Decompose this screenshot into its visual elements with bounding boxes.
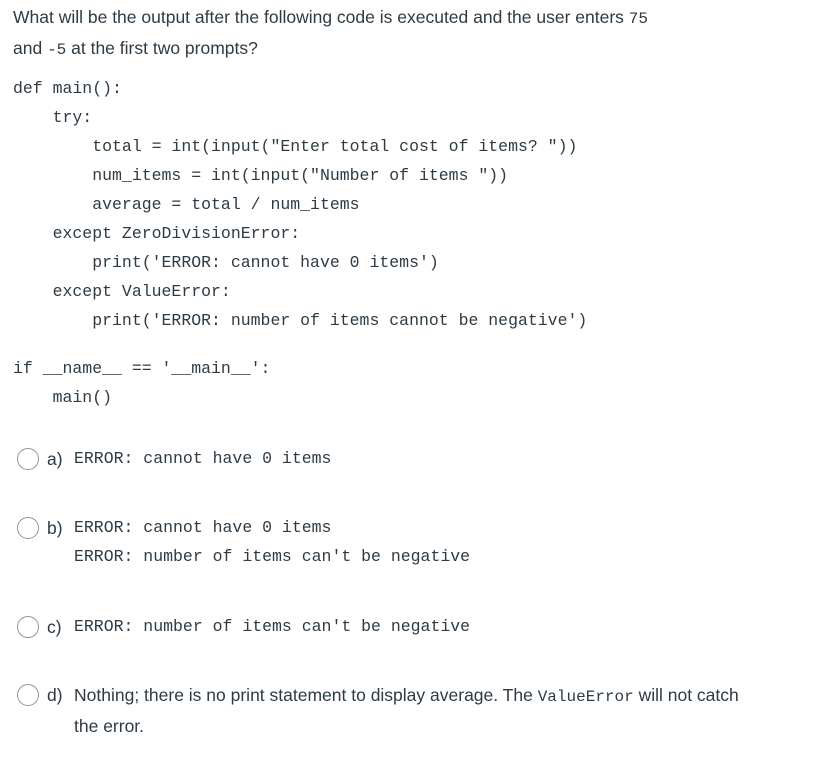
radio-option-d[interactable] — [17, 684, 39, 706]
code-line: print('ERROR: cannot have 0 items') — [13, 253, 439, 272]
code-line: main() — [13, 388, 113, 407]
code-line: average = total / num_items — [13, 195, 360, 214]
option-prose-part-1: Nothing; there is no print statement to … — [74, 685, 538, 705]
option-text: ERROR: cannot have 0 items — [74, 449, 332, 468]
option-text: ERROR: cannot have 0 items — [74, 518, 332, 537]
option-letter: c) — [47, 617, 62, 637]
code-line: if __name__ == '__main__': — [13, 359, 271, 378]
option-text: Nothing; there is no print statement to … — [74, 681, 754, 741]
option-prose-code: ValueError — [537, 688, 634, 706]
option-letter: d) — [47, 685, 63, 705]
code-line: num_items = int(input("Number of items "… — [13, 166, 509, 185]
question-part-2: and — [13, 38, 48, 58]
radio-option-a[interactable] — [17, 448, 39, 470]
code-block: def main(): try: total = int(input("Ente… — [13, 78, 587, 407]
option-letter: b) — [47, 518, 63, 538]
option-letter: a) — [47, 449, 63, 469]
input-value-2: -5 — [47, 41, 67, 59]
code-line: def main(): — [13, 79, 122, 98]
code-line: except ZeroDivisionError: — [13, 224, 301, 243]
code-line: total = int(input("Enter total cost of i… — [13, 137, 578, 156]
question-text: What will be the output after the follow… — [13, 3, 803, 65]
radio-option-b[interactable] — [17, 517, 39, 539]
code-line: except ValueError: — [13, 282, 231, 301]
input-value-1: 75 — [628, 10, 648, 28]
option-text: ERROR: number of items can't be negative — [74, 617, 471, 636]
code-line: print('ERROR: number of items cannot be … — [13, 311, 588, 330]
question-part-1: What will be the output after the follow… — [13, 7, 629, 27]
radio-option-c[interactable] — [17, 616, 39, 638]
option-text: ERROR: number of items can't be negative — [74, 547, 471, 566]
question-part-3: at the first two prompts? — [66, 38, 258, 58]
code-line: try: — [13, 108, 93, 127]
